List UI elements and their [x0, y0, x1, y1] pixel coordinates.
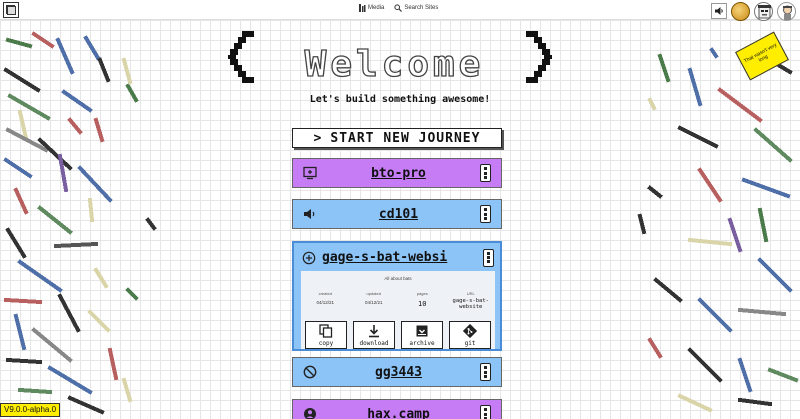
- url-stat: URL gage-s-bat-website: [449, 291, 493, 310]
- git-icon: [463, 324, 477, 339]
- search-icon: [394, 4, 403, 12]
- copy-button[interactable]: copy: [305, 321, 347, 350]
- download-label: download: [359, 340, 389, 348]
- created-label: created: [318, 291, 332, 297]
- site-title[interactable]: gage-s-bat-websi: [316, 250, 483, 265]
- top-bar: Media Search Sites: [0, 0, 800, 21]
- archive-icon: [416, 325, 428, 337]
- user-circle-icon: [303, 407, 317, 419]
- search-sites-button[interactable]: Search Sites: [394, 4, 438, 12]
- character-icon: [783, 5, 792, 20]
- created-stat: created 04/12/21: [303, 291, 347, 310]
- updated-stat: updated 04/12/21: [352, 291, 396, 310]
- plus-circle-icon: [302, 251, 316, 265]
- url-value[interactable]: gage-s-bat-website: [449, 298, 493, 310]
- volume-icon: [303, 207, 317, 221]
- site-menu-button[interactable]: [480, 363, 491, 381]
- site-description: All about bats: [384, 276, 412, 282]
- robot-face-icon: [758, 4, 771, 18]
- site-menu-button[interactable]: [483, 248, 494, 267]
- pages-value: 10: [418, 300, 427, 309]
- updated-value: 04/12/21: [364, 300, 383, 306]
- user-avatar[interactable]: [754, 1, 773, 21]
- pages-label: pages: [416, 291, 428, 297]
- site-details-panel: All about bats created 04/12/21 updated …: [301, 271, 495, 350]
- site-menu-button[interactable]: [480, 164, 491, 182]
- speaker-icon: [715, 7, 723, 15]
- site-card-cd101[interactable]: cd101: [292, 199, 502, 229]
- start-arrow-icon: >: [313, 130, 323, 146]
- sound-toggle-button[interactable]: [711, 3, 727, 19]
- start-new-journey-button[interactable]: > START NEW JOURNEY: [292, 128, 502, 148]
- block-icon: [303, 365, 317, 379]
- site-card-gage-s-bat-website[interactable]: gage-s-bat-websi All about bats created …: [292, 241, 502, 351]
- pages-stat: pages 10: [400, 291, 444, 310]
- site-title[interactable]: gg3443: [317, 365, 480, 380]
- updated-label: updated: [366, 291, 381, 297]
- archive-label: archive: [409, 340, 435, 348]
- start-button-label: START NEW JOURNEY: [330, 130, 481, 146]
- site-card-bto-pro[interactable]: bto-pro: [292, 158, 502, 188]
- home-logo-icon[interactable]: [3, 2, 19, 18]
- copy-label: copy: [318, 340, 334, 348]
- haxcms-coin-avatar[interactable]: [731, 1, 750, 21]
- created-value: 04/12/21: [316, 300, 335, 306]
- download-icon: [369, 325, 379, 338]
- settings-avatar[interactable]: [777, 1, 796, 21]
- git-button[interactable]: git: [449, 321, 491, 350]
- download-button[interactable]: download: [353, 321, 395, 350]
- version-badge: V9.0.0-alpha.0: [0, 403, 61, 417]
- site-menu-button[interactable]: [480, 205, 491, 223]
- site-menu-button[interactable]: [480, 405, 491, 419]
- git-label: git: [464, 340, 476, 348]
- media-label: Media: [368, 5, 385, 11]
- search-sites-label: Search Sites: [404, 5, 439, 11]
- tagline: Let's build something awesome!: [309, 94, 491, 105]
- top-nav: Media Search Sites: [358, 4, 438, 12]
- copy-icon: [319, 324, 333, 339]
- site-title[interactable]: hax.camp: [317, 407, 480, 419]
- site-card-gg3443[interactable]: gg3443: [292, 357, 502, 387]
- welcome-title: Welcome: [304, 43, 485, 85]
- archive-button[interactable]: archive: [401, 321, 443, 350]
- media-icon: [359, 4, 366, 12]
- monitor-plus-icon: [303, 166, 317, 180]
- site-title[interactable]: cd101: [317, 207, 480, 222]
- left-bracket-icon: [228, 31, 254, 83]
- media-button[interactable]: Media: [358, 4, 384, 12]
- site-card-hax-camp[interactable]: hax.camp: [292, 399, 502, 419]
- url-label: URL: [466, 291, 475, 297]
- sticky-note: That wasn't very long: [735, 31, 789, 81]
- sticky-note-text: That wasn't very long: [743, 42, 779, 65]
- right-bracket-icon: [526, 31, 552, 83]
- site-title[interactable]: bto-pro: [317, 166, 480, 181]
